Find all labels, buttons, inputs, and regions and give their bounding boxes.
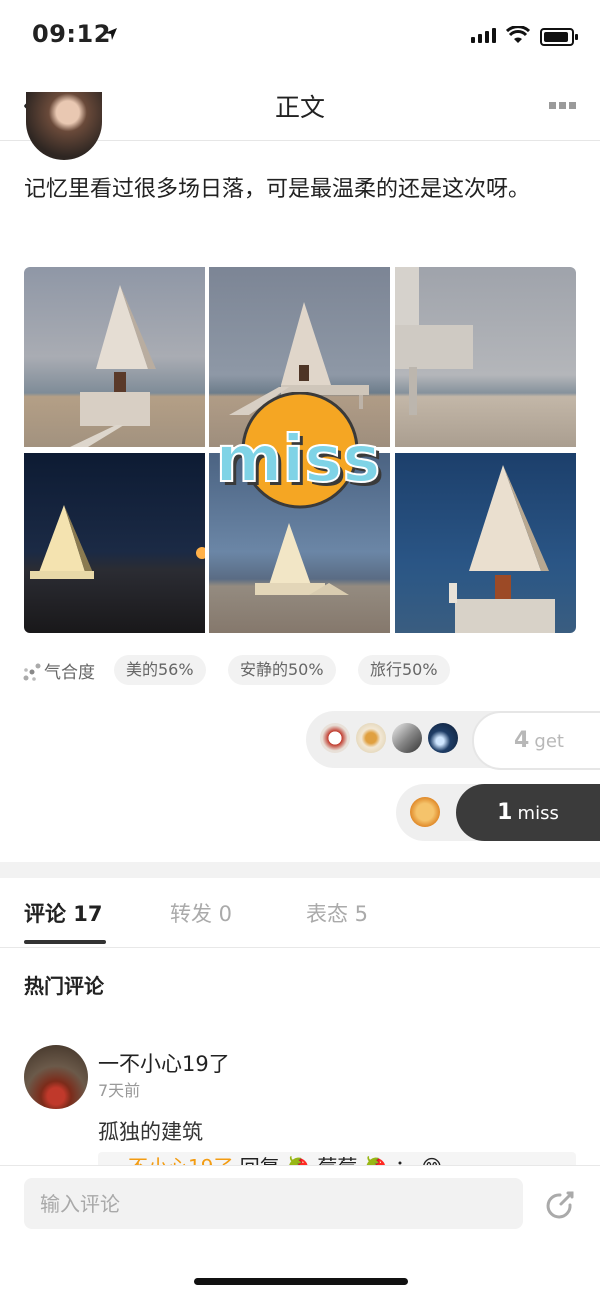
- match-degree-label: 气合度: [44, 663, 95, 683]
- signal-icon: [471, 28, 496, 43]
- battery-icon: [540, 28, 578, 46]
- get-user-avatar[interactable]: [320, 723, 350, 753]
- hot-comments-title: 热门评论: [24, 974, 104, 998]
- get-user-avatar[interactable]: [356, 723, 386, 753]
- tab-reposts[interactable]: 转发 0: [170, 898, 232, 928]
- section-divider: [0, 862, 600, 878]
- author-avatar[interactable]: [26, 92, 102, 160]
- match-degree-icon: [23, 663, 41, 681]
- photo-6[interactable]: [395, 453, 576, 633]
- share-icon[interactable]: [546, 1189, 576, 1219]
- miss-count: 1: [497, 800, 513, 825]
- tag-chip[interactable]: 安静的50%: [228, 655, 336, 685]
- tab-active-indicator: [24, 940, 106, 944]
- miss-button[interactable]: 1 miss: [456, 784, 600, 841]
- commenter-avatar[interactable]: [24, 1045, 88, 1109]
- location-arrow-icon: [105, 28, 117, 40]
- tab-reactions[interactable]: 表态 5: [306, 898, 368, 928]
- tag-chip[interactable]: 旅行50%: [358, 655, 450, 685]
- miss-sticker-text: miss: [216, 423, 381, 497]
- get-label: get: [534, 731, 564, 752]
- photo-4[interactable]: [24, 453, 205, 633]
- wifi-icon: [506, 26, 530, 43]
- tabs-divider: [0, 947, 600, 948]
- tag-chip[interactable]: 美的56%: [114, 655, 206, 685]
- get-count: 4: [514, 728, 530, 753]
- miss-sticker: miss miss: [215, 392, 384, 509]
- status-time: 09:12: [32, 20, 111, 48]
- photo-3[interactable]: [395, 267, 576, 447]
- get-button[interactable]: 4 get: [472, 711, 600, 770]
- photo-1[interactable]: [24, 267, 205, 447]
- miss-label: miss: [517, 803, 559, 824]
- comment-input[interactable]: [24, 1178, 523, 1229]
- get-user-avatar[interactable]: [428, 723, 458, 753]
- home-indicator: [194, 1278, 408, 1285]
- miss-user-avatar[interactable]: [410, 797, 440, 827]
- status-bar: 09:12: [0, 0, 600, 70]
- get-user-avatar[interactable]: [392, 723, 422, 753]
- comment-time: 7天前: [98, 1081, 141, 1100]
- tab-comments[interactable]: 评论 17: [24, 898, 103, 928]
- post-text: 记忆里看过很多场日落，可是最温柔的还是这次呀。: [24, 177, 531, 202]
- commenter-name[interactable]: 一不小心19了: [98, 1048, 230, 1078]
- comment-text: 孤独的建筑: [98, 1120, 203, 1144]
- more-options-icon[interactable]: [549, 102, 576, 109]
